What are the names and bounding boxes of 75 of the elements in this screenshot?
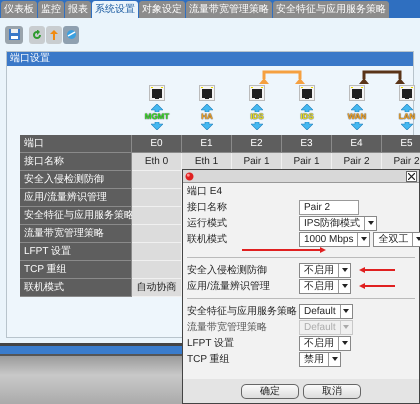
port-label: IDS (300, 112, 314, 122)
network-icon[interactable] (63, 26, 79, 44)
column-header: E3 (282, 135, 332, 153)
down-arrow-icon (201, 122, 213, 130)
column-header: E5 (382, 135, 420, 153)
ethernet-port-icon (149, 85, 165, 101)
ethernet-port-icon (199, 85, 215, 101)
caret-icon (342, 268, 348, 272)
field-label: 接口名称 (187, 200, 228, 214)
caret-icon (343, 325, 350, 329)
table-cell: Eth 0 (132, 153, 182, 171)
port-label: WAN (348, 112, 366, 122)
dropdown[interactable]: 1000 Mbps (299, 232, 370, 246)
dropdown[interactable]: 不启用 (299, 336, 351, 350)
column-header: 端口 (20, 135, 132, 153)
field-label: TCP 重组 (187, 352, 231, 366)
row-header: 安全入侵检测防御 (20, 171, 132, 189)
dialog-button[interactable]: 取消 (303, 384, 361, 398)
row-header: 应用/流量辨识管理 (20, 189, 132, 207)
down-arrow-icon (151, 122, 163, 130)
ethernet-port-icon (349, 85, 365, 101)
field-label: LFPT 设置 (187, 336, 236, 350)
row-header: TCP 重组 (20, 261, 132, 279)
up-arrow-icon (351, 104, 363, 112)
up-arrow-icon (201, 104, 213, 112)
down-arrow-icon (251, 122, 263, 130)
field-label: 运行模式 (187, 216, 228, 230)
caret-icon (416, 237, 420, 241)
field-label: 应用/流量辨识管理 (187, 280, 271, 294)
caret-icon (342, 284, 348, 288)
tab[interactable]: 系统设置 (92, 1, 138, 18)
column-header: E2 (232, 135, 282, 153)
row-header: 联机模式 (20, 279, 132, 297)
up-arrow-icon (151, 104, 163, 112)
column-header: E4 (332, 135, 382, 153)
ethernet-port-icon (249, 85, 265, 101)
row-header: 接口名称 (20, 153, 132, 171)
field-label: 联机模式 (187, 232, 228, 246)
port-label: IDS (250, 112, 264, 122)
caret-icon (343, 309, 350, 313)
field-label: 安全特征与应用服务策略 (187, 304, 298, 318)
dropdown[interactable]: 不启用 (299, 262, 351, 278)
down-arrow-icon (351, 122, 363, 130)
dialog-heading: 端口 E4 (187, 185, 224, 199)
table-cell: 自动协商 (132, 279, 182, 297)
caret-icon (368, 221, 374, 225)
port-label: HA (201, 112, 213, 122)
dialog-button[interactable]: 确定 (241, 384, 299, 398)
port-label: LAN (398, 112, 416, 122)
up-arrow-icon (301, 104, 313, 112)
up-arrow-icon (401, 104, 413, 112)
down-arrow-icon (401, 122, 413, 130)
field-label: 流量带宽管理策略 (187, 320, 268, 334)
dropdown[interactable]: Default (299, 304, 353, 318)
dropdown[interactable]: 禁用 (299, 352, 341, 366)
dropdown[interactable]: 不启用 (299, 278, 351, 294)
dropdown[interactable]: IPS防御模式 (299, 216, 378, 230)
field-label: 安全入侵检测防御 (187, 264, 268, 278)
column-header: E0 (132, 135, 182, 153)
row-header: LFPT 设置 (20, 243, 132, 261)
caret-icon (360, 237, 367, 241)
input-field[interactable]: Pair 2 (299, 200, 359, 214)
dropdown[interactable]: 全双工 (373, 232, 420, 246)
port-label: MGMT (144, 112, 170, 122)
column-header: E1 (182, 135, 232, 153)
up-arrow-icon (251, 104, 263, 112)
save-icon[interactable] (5, 26, 23, 44)
down-arrow-icon (301, 122, 313, 130)
upload-icon[interactable] (46, 26, 62, 44)
panel-title: 端口设置 (10, 52, 50, 66)
status-dot-icon (185, 172, 194, 180)
refresh-icon[interactable] (29, 26, 45, 44)
ethernet-port-icon (299, 85, 315, 101)
close-button[interactable] (406, 170, 417, 182)
row-header: 流量带宽管理策略 (20, 225, 132, 243)
